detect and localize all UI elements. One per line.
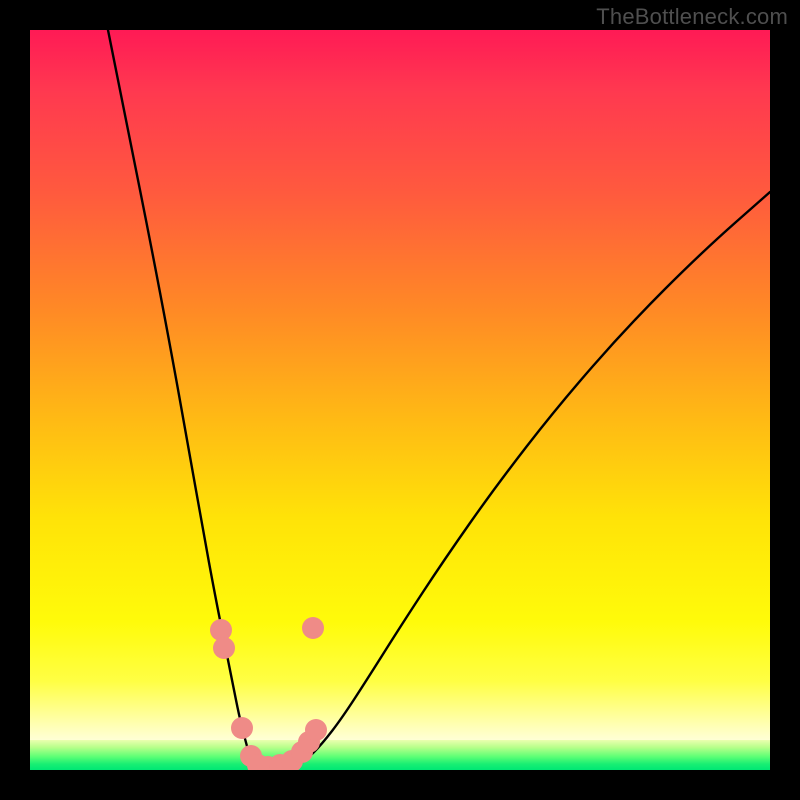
marker-dot (302, 617, 324, 639)
curve-left-arm (108, 30, 263, 770)
curve-layer (30, 30, 770, 770)
chart-frame: TheBottleneck.com (0, 0, 800, 800)
curve-right-arm (263, 192, 770, 770)
watermark-text: TheBottleneck.com (596, 4, 788, 30)
bottom-markers (210, 617, 327, 770)
marker-dot (231, 717, 253, 739)
marker-dot (305, 719, 327, 741)
marker-dot (213, 637, 235, 659)
plot-area (30, 30, 770, 770)
